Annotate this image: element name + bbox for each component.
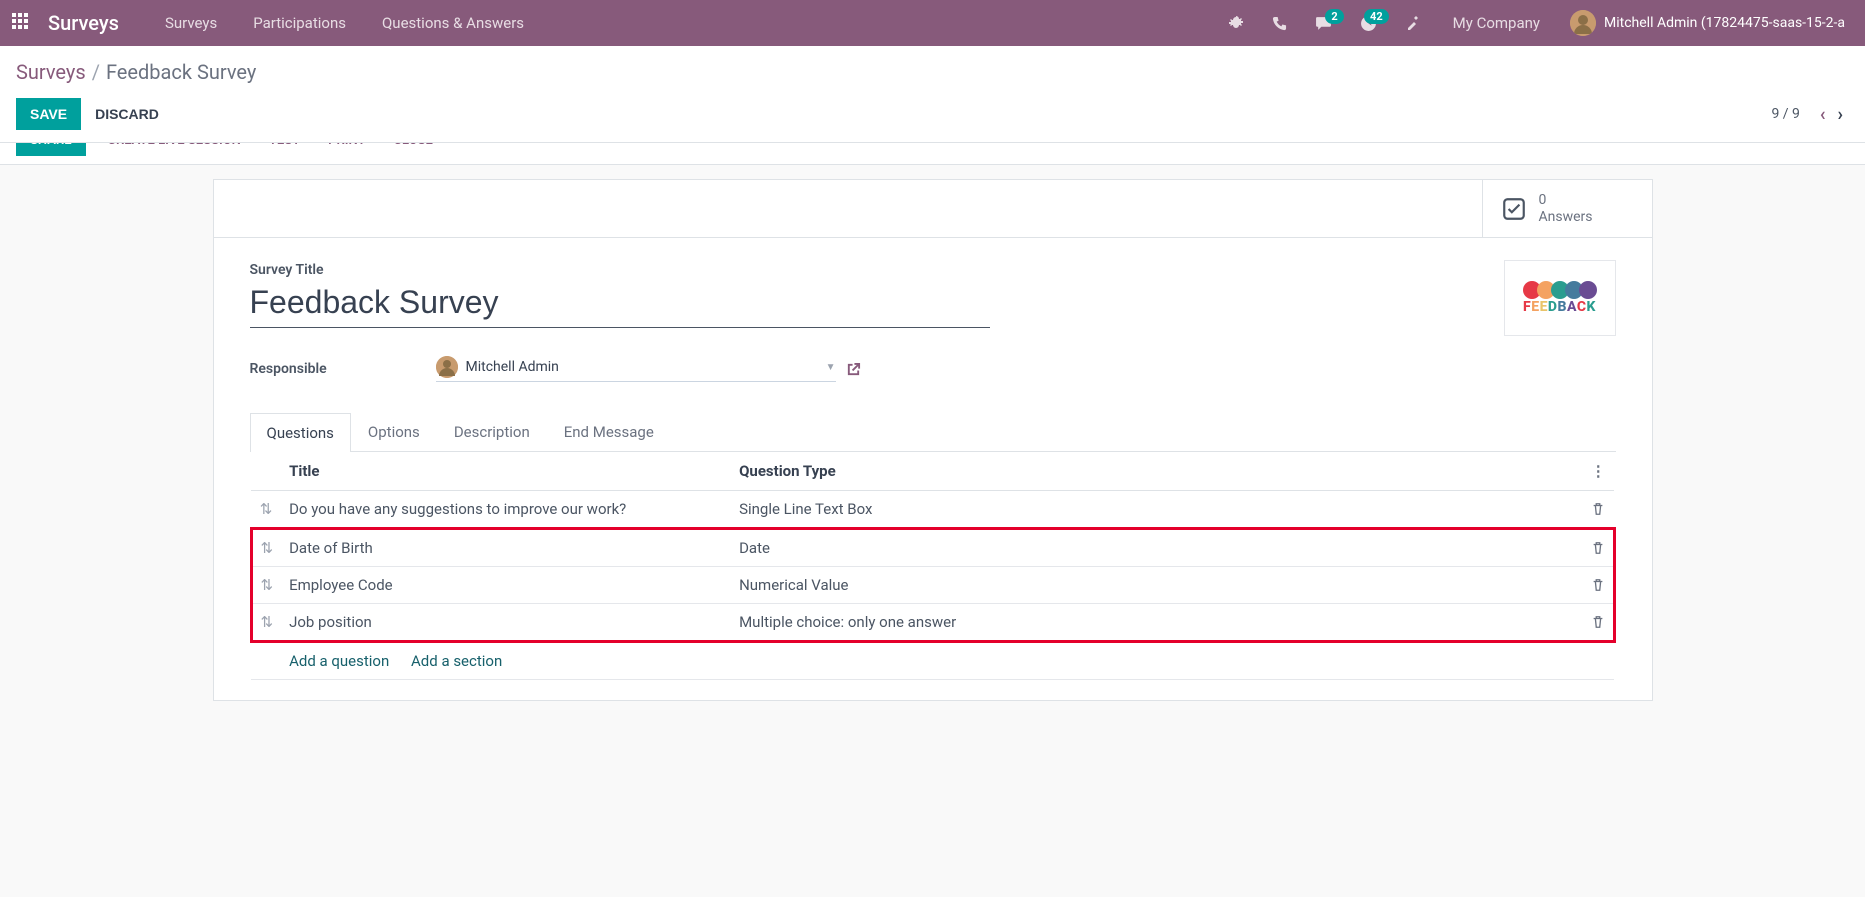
user-name: Mitchell Admin (17824475-saas-15-2-a bbox=[1604, 15, 1845, 31]
status-bar: SHARE CREATE LIVE SESSION TEST PRINT CLO… bbox=[0, 143, 1865, 165]
trash-icon[interactable] bbox=[1583, 567, 1615, 604]
trash-icon[interactable] bbox=[1583, 529, 1615, 567]
test-button[interactable]: TEST bbox=[263, 143, 306, 156]
external-link-icon[interactable] bbox=[846, 362, 861, 377]
save-button[interactable]: SAVE bbox=[16, 98, 81, 130]
breadcrumb-sep: / bbox=[92, 60, 100, 84]
stat-button-box: 0 Answers bbox=[214, 180, 1652, 238]
top-navbar: Surveys Surveys Participations Questions… bbox=[0, 0, 1865, 46]
question-type[interactable]: Single Line Text Box bbox=[731, 491, 1582, 529]
responsible-avatar bbox=[436, 356, 458, 378]
add-section-link[interactable]: Add a section bbox=[411, 652, 502, 670]
discard-button[interactable]: DISCARD bbox=[81, 98, 173, 130]
apps-icon[interactable] bbox=[12, 13, 32, 33]
tab-questions[interactable]: Questions bbox=[250, 413, 351, 452]
kebab-icon[interactable]: ⋮ bbox=[1583, 452, 1615, 491]
question-title[interactable]: Date of Birth bbox=[281, 529, 731, 567]
breadcrumb: Surveys / Feedback Survey bbox=[0, 46, 1865, 94]
drag-handle-icon[interactable]: ⇅ bbox=[251, 491, 281, 529]
drag-handle-icon[interactable]: ⇅ bbox=[251, 567, 281, 604]
add-question-link[interactable]: Add a question bbox=[289, 652, 389, 670]
responsible-label: Responsible bbox=[250, 361, 436, 377]
pager-prev-icon[interactable]: ‹ bbox=[1814, 104, 1832, 125]
close-button[interactable]: CLOSE bbox=[387, 143, 438, 156]
question-type[interactable]: Multiple choice: only one answer bbox=[731, 604, 1582, 642]
activities-badge: 42 bbox=[1364, 9, 1389, 24]
nav-participations[interactable]: Participations bbox=[239, 14, 360, 32]
tab-description[interactable]: Description bbox=[437, 412, 547, 451]
check-icon bbox=[1501, 196, 1527, 222]
table-row[interactable]: ⇅ Job position Multiple choice: only one… bbox=[251, 604, 1614, 642]
question-title[interactable]: Job position bbox=[281, 604, 731, 642]
col-title: Title bbox=[281, 452, 731, 491]
tabs: Questions Options Description End Messag… bbox=[250, 412, 1616, 452]
answers-label: Answers bbox=[1539, 209, 1593, 226]
breadcrumb-root[interactable]: Surveys bbox=[16, 60, 86, 84]
table-row[interactable]: ⇅ Do you have any suggestions to improve… bbox=[251, 491, 1614, 529]
drag-handle-icon[interactable]: ⇅ bbox=[251, 529, 281, 567]
bug-icon[interactable] bbox=[1218, 15, 1254, 31]
table-row[interactable]: ⇅ Date of Birth Date bbox=[251, 529, 1614, 567]
actions-bar: SAVE DISCARD 9 / 9 ‹ › bbox=[0, 94, 1865, 143]
breadcrumb-current: Feedback Survey bbox=[106, 60, 256, 84]
survey-title-label: Survey Title bbox=[250, 262, 1616, 278]
nav-questions-answers[interactable]: Questions & Answers bbox=[368, 14, 538, 32]
question-type[interactable]: Numerical Value bbox=[731, 567, 1582, 604]
drag-handle-icon[interactable]: ⇅ bbox=[251, 604, 281, 642]
responsible-field[interactable]: Mitchell Admin ▼ bbox=[436, 356, 836, 382]
tab-options[interactable]: Options bbox=[351, 412, 437, 451]
user-menu[interactable]: Mitchell Admin (17824475-saas-15-2-a bbox=[1562, 10, 1853, 36]
table-row[interactable]: ⇅ Employee Code Numerical Value bbox=[251, 567, 1614, 604]
pager-next-icon[interactable]: › bbox=[1832, 104, 1849, 125]
trash-icon[interactable] bbox=[1583, 491, 1615, 529]
tab-end-message[interactable]: End Message bbox=[547, 412, 671, 451]
nav-surveys[interactable]: Surveys bbox=[151, 14, 231, 32]
phone-icon[interactable] bbox=[1262, 16, 1297, 31]
print-button[interactable]: PRINT bbox=[322, 143, 371, 156]
answers-count: 0 bbox=[1539, 192, 1593, 209]
app-brand[interactable]: Surveys bbox=[48, 11, 119, 35]
caret-down-icon: ▼ bbox=[826, 362, 836, 373]
form-sheet: 0 Answers FEEDBACK Survey Title Responsi… bbox=[213, 179, 1653, 701]
company-selector[interactable]: My Company bbox=[1439, 14, 1554, 32]
survey-title-input[interactable] bbox=[250, 282, 990, 328]
question-type[interactable]: Date bbox=[731, 529, 1582, 567]
responsible-value: Mitchell Admin bbox=[466, 359, 559, 375]
answers-stat-button[interactable]: 0 Answers bbox=[1482, 180, 1652, 237]
messages-badge: 2 bbox=[1325, 9, 1343, 24]
col-type: Question Type bbox=[731, 452, 1582, 491]
share-button[interactable]: SHARE bbox=[16, 143, 86, 156]
questions-table: Title Question Type ⋮ ⇅ Do you have any … bbox=[250, 452, 1616, 680]
create-live-session-button[interactable]: CREATE LIVE SESSION bbox=[102, 143, 247, 156]
pager-text[interactable]: 9 / 9 bbox=[1771, 106, 1799, 122]
avatar bbox=[1570, 10, 1596, 36]
question-title[interactable]: Employee Code bbox=[281, 567, 731, 604]
trash-icon[interactable] bbox=[1583, 604, 1615, 642]
messages-icon[interactable]: 2 bbox=[1305, 15, 1342, 32]
activities-icon[interactable]: 42 bbox=[1350, 15, 1387, 32]
tools-icon[interactable] bbox=[1395, 15, 1431, 31]
feedback-bubbles-icon bbox=[1525, 281, 1595, 299]
survey-image[interactable]: FEEDBACK bbox=[1504, 260, 1616, 336]
question-title[interactable]: Do you have any suggestions to improve o… bbox=[281, 491, 731, 529]
